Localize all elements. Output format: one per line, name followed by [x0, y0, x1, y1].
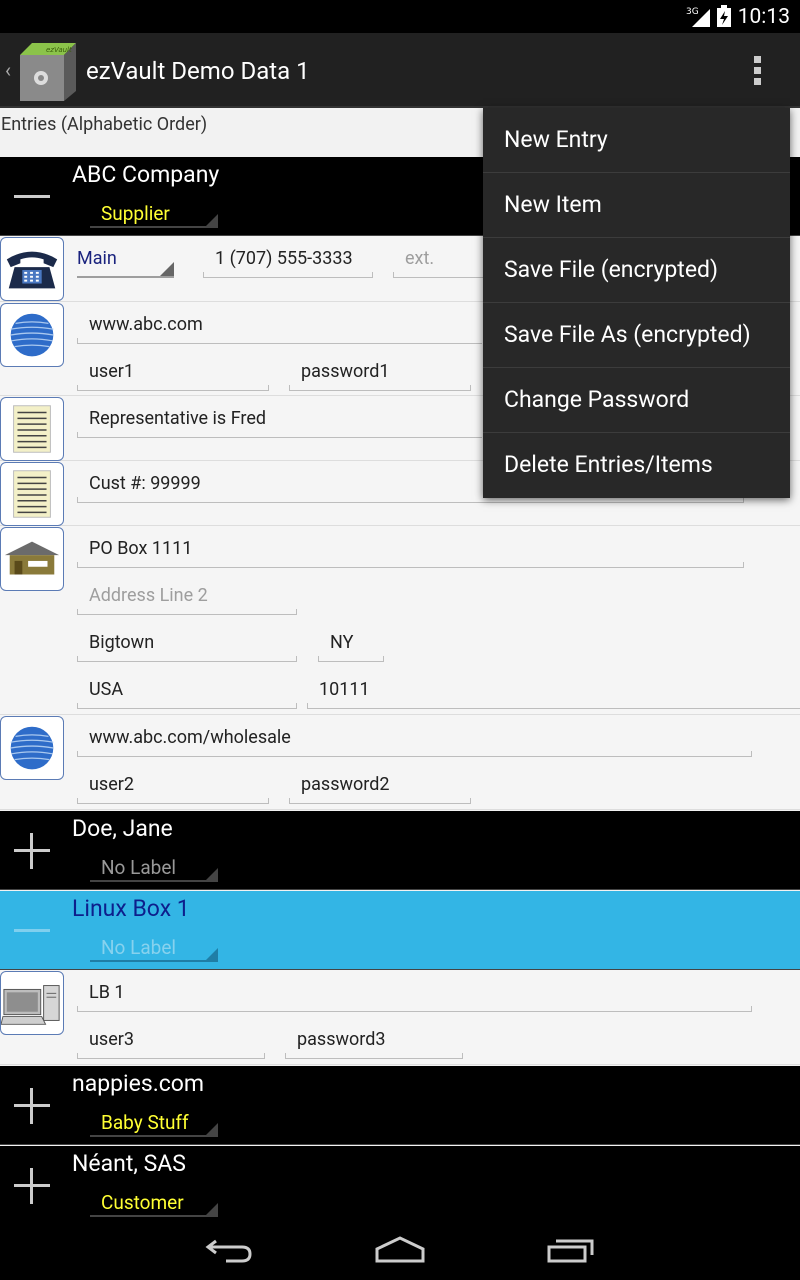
spinner-underline	[90, 868, 218, 882]
note-icon[interactable]	[0, 397, 64, 461]
vault-app-icon[interactable]: ezVault	[16, 41, 78, 103]
zip-field[interactable]: 10111	[307, 673, 800, 709]
entry-header-neant-sas[interactable]: Néant, SAS Customer	[0, 1146, 800, 1217]
username-field[interactable]: user3	[77, 1023, 265, 1059]
phone-number-field[interactable]: 1 (707) 555-3333	[203, 242, 373, 278]
back-icon[interactable]	[204, 1235, 254, 1263]
computer-icon[interactable]	[0, 971, 64, 1035]
entry-name: ABC Company	[72, 161, 220, 188]
action-bar: ‹ ezVault ezVault Demo Data 1	[0, 33, 800, 108]
menu-item-save-file-as[interactable]: Save File As (encrypted)	[483, 303, 790, 368]
country-field[interactable]: USA	[77, 673, 297, 709]
globe-icon[interactable]	[0, 303, 64, 367]
entry-name: Néant, SAS	[72, 1150, 186, 1177]
recent-apps-icon[interactable]	[546, 1235, 596, 1263]
phone-ext-field[interactable]: ext.	[393, 242, 488, 278]
password-field[interactable]: password1	[289, 355, 471, 391]
username-field[interactable]: user1	[77, 355, 269, 391]
state-field[interactable]: NY	[318, 626, 384, 662]
spinner-arrow-icon	[160, 262, 174, 276]
url-field[interactable]: www.abc.com	[77, 308, 482, 344]
password-field[interactable]: password2	[289, 768, 471, 804]
entry-name: Linux Box 1	[72, 895, 190, 922]
item-computer: LB 1 user3 password3	[0, 970, 800, 1065]
entry-label-spinner[interactable]: Baby Stuff	[101, 1111, 189, 1134]
note-field[interactable]: Representative is Fred	[77, 402, 482, 438]
entry-label-spinner[interactable]: Customer	[101, 1191, 184, 1214]
up-caret-icon[interactable]: ‹	[5, 58, 11, 82]
entry-label-spinner[interactable]: No Label	[101, 936, 176, 959]
address-line1-field[interactable]: PO Box 1111	[77, 532, 744, 568]
globe-icon[interactable]	[0, 716, 64, 780]
spinner-underline	[90, 1123, 218, 1137]
expand-icon[interactable]	[14, 1168, 50, 1204]
menu-item-delete[interactable]: Delete Entries/Items	[483, 433, 790, 498]
house-icon[interactable]	[0, 527, 64, 591]
item-website-2: www.abc.com/wholesale user2 password2	[0, 715, 800, 810]
entry-header-doe-jane[interactable]: Doe, Jane No Label	[0, 811, 800, 890]
entry-name: Doe, Jane	[72, 815, 173, 842]
password-field[interactable]: password3	[285, 1023, 463, 1059]
spinner-underline	[90, 948, 218, 962]
network-type: 3G	[686, 7, 699, 17]
spinner-underline	[90, 214, 218, 228]
expand-icon[interactable]	[14, 1088, 50, 1124]
item-address: PO Box 1111 Address Line 2 Bigtown NY US…	[0, 526, 800, 715]
app-icon-text: ezVault	[46, 46, 72, 54]
url-field[interactable]: www.abc.com/wholesale	[77, 721, 752, 757]
collapse-icon[interactable]	[14, 913, 50, 949]
overflow-menu: New Entry New Item Save File (encrypted)…	[483, 108, 790, 498]
expand-icon[interactable]	[14, 833, 50, 869]
home-icon[interactable]	[374, 1235, 426, 1263]
menu-item-new-entry[interactable]: New Entry	[483, 108, 790, 173]
entry-label-spinner[interactable]: Supplier	[101, 202, 170, 225]
menu-item-new-item[interactable]: New Item	[483, 173, 790, 238]
entry-header-linux-box-1[interactable]: Linux Box 1 No Label	[0, 891, 800, 970]
username-field[interactable]: user2	[77, 768, 269, 804]
clock: 10:13	[737, 5, 790, 29]
status-bar: 3G 10:13	[0, 0, 800, 33]
collapse-icon[interactable]	[14, 179, 50, 215]
signal-icon: 3G	[686, 7, 710, 27]
navigation-bar	[0, 1217, 800, 1280]
overflow-menu-icon[interactable]	[745, 53, 769, 89]
city-field[interactable]: Bigtown	[77, 626, 297, 662]
entry-name: nappies.com	[72, 1070, 205, 1097]
battery-icon	[717, 5, 731, 27]
app-title: ezVault Demo Data 1	[86, 57, 310, 85]
computer-name-field[interactable]: LB 1	[77, 976, 752, 1012]
menu-item-change-password[interactable]: Change Password	[483, 368, 790, 433]
phone-type: Main	[77, 248, 117, 269]
phone-type-spinner[interactable]: Main	[77, 248, 174, 278]
address-line2-field[interactable]: Address Line 2	[77, 579, 297, 615]
telephone-icon[interactable]	[0, 237, 64, 301]
menu-item-save-file[interactable]: Save File (encrypted)	[483, 238, 790, 303]
note-icon[interactable]	[0, 462, 64, 526]
app-screen: 3G 10:13 ‹ ezVault ezVault Demo Data 1 E…	[0, 0, 800, 1280]
entry-header-nappies[interactable]: nappies.com Baby Stuff	[0, 1066, 800, 1145]
entry-label-spinner[interactable]: No Label	[101, 856, 176, 879]
